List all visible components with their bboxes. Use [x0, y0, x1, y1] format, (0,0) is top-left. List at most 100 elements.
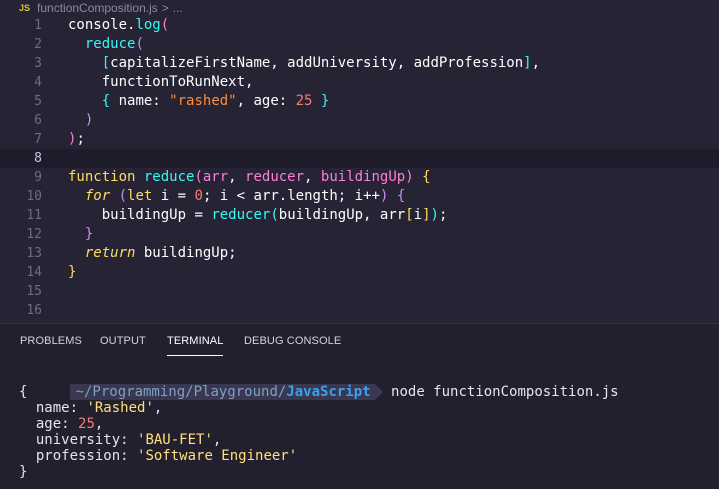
code-token: { — [101, 93, 111, 109]
code-line[interactable]: 6 ) — [0, 111, 719, 130]
line-number: 15 — [26, 284, 42, 299]
code-line[interactable]: 13 return buildingUp; — [0, 244, 719, 263]
line-number: 16 — [26, 303, 42, 318]
breadcrumb-more[interactable]: ... — [173, 1, 183, 15]
bottom-panel: PROBLEMS OUTPUT TERMINAL DEBUG CONSOLE ~… — [0, 323, 719, 489]
code-line[interactable]: 15 — [0, 282, 719, 301]
terminal-key: profession: — [19, 448, 138, 464]
code-line[interactable]: 5 { name: "rashed", age: 25 } — [0, 92, 719, 111]
code-token: name: — [110, 93, 170, 109]
terminal-value: 25 — [78, 416, 95, 432]
line-number: 8 — [34, 151, 42, 166]
terminal-value: 'Rashed' — [86, 400, 154, 416]
code-token: ( — [118, 188, 128, 204]
code-token: reducer — [211, 207, 271, 223]
code-token: 0 — [194, 188, 203, 204]
tab-problems[interactable]: PROBLEMS — [20, 335, 82, 347]
code-text: function reduce(arr, reducer, buildingUp… — [68, 168, 431, 187]
line-number: 4 — [34, 75, 42, 90]
code-text: } — [68, 263, 76, 282]
code-token: } — [68, 264, 77, 280]
code-token: let — [127, 188, 153, 204]
terminal-key: age: — [19, 416, 79, 432]
terminal-key: { — [19, 384, 28, 400]
terminal-value: 'Software Engineer' — [137, 448, 298, 464]
code-token: ) — [430, 207, 439, 223]
code-editor[interactable]: 1 console.log(2 reduce(3 [capitalizeFirst… — [0, 16, 719, 323]
code-token: ) — [84, 112, 94, 128]
code-line[interactable]: 7); — [0, 130, 719, 149]
code-token: ; — [76, 131, 85, 147]
code-token: function — [68, 169, 144, 185]
terminal-line: profession: 'Software Engineer' — [19, 448, 297, 464]
code-line[interactable]: 14} — [0, 263, 719, 282]
code-token: ] — [422, 207, 431, 223]
line-number: 9 — [34, 170, 42, 185]
code-token: console. — [68, 17, 136, 33]
terminal-line: age: 25, — [19, 416, 103, 432]
code-token: [ — [101, 55, 111, 71]
line-number: 3 — [34, 56, 42, 71]
terminal-key: } — [19, 464, 28, 480]
code-line[interactable]: 12 } — [0, 225, 719, 244]
breadcrumb-file[interactable]: functionComposition.js — [37, 1, 158, 15]
code-text: return buildingUp; — [68, 244, 237, 263]
code-token: arr — [202, 169, 229, 185]
code-token: ) — [405, 169, 414, 185]
code-text: ); — [68, 130, 85, 149]
terminal-punct: , — [153, 400, 163, 416]
code-line[interactable]: 3 [capitalizeFirstName, addUniversity, a… — [0, 54, 719, 73]
code-line[interactable]: 2 reduce( — [0, 35, 719, 54]
tab-terminal[interactable]: TERMINAL — [167, 335, 224, 356]
code-token: buildingUp, arr — [278, 207, 406, 223]
code-text: functionToRunNext, — [68, 73, 254, 92]
chevron-right-icon: > — [161, 1, 169, 15]
code-token: , — [304, 169, 321, 185]
code-line[interactable]: 10 for (let i = 0; i < arr.length; i++) … — [0, 187, 719, 206]
line-number: 13 — [26, 246, 42, 261]
prompt-arrow-icon — [374, 384, 383, 400]
code-line[interactable]: 11 buildingUp = reducer(buildingUp, arr[… — [0, 206, 719, 225]
code-line[interactable]: 16 — [0, 301, 719, 320]
tab-output[interactable]: OUTPUT — [100, 335, 146, 347]
code-token: ; — [438, 207, 448, 223]
terminal-line: name: 'Rashed', — [19, 400, 162, 416]
terminal-line: university: 'BAU-FET', — [19, 432, 221, 448]
panel-tabs: PROBLEMS OUTPUT TERMINAL DEBUG CONSOLE — [0, 324, 719, 360]
code-token: = — [177, 188, 187, 204]
code-token: buildingUp — [320, 169, 406, 185]
code-token: = — [194, 207, 203, 223]
code-text: reduce( — [68, 35, 144, 54]
code-token: ( — [135, 36, 144, 52]
code-token: reducer — [245, 169, 305, 185]
code-token: return — [84, 245, 136, 261]
code-token: i — [152, 188, 178, 204]
terminal-line: } — [19, 464, 27, 480]
line-number: 5 — [34, 94, 42, 109]
code-token: functionToRunNext, — [68, 74, 254, 90]
line-number: 1 — [34, 18, 42, 33]
tab-debug-console[interactable]: DEBUG CONSOLE — [244, 335, 341, 347]
terminal-prompt-line: ~/Programming/Playground/JavaScript node… — [19, 368, 619, 400]
code-token: 25 — [295, 93, 313, 109]
code-line[interactable]: 1 console.log( — [0, 16, 719, 35]
code-line[interactable]: 9 function reduce(arr, reducer, buildingU… — [0, 168, 719, 187]
code-line[interactable]: 8 — [0, 149, 719, 168]
code-token: ] — [523, 55, 532, 71]
code-token: ++ — [363, 188, 380, 204]
terminal-punct: , — [212, 432, 222, 448]
code-line[interactable]: 4 functionToRunNext, — [0, 73, 719, 92]
code-token: reduce — [143, 169, 195, 185]
terminal-line: { — [19, 384, 27, 400]
code-text: ) — [68, 111, 93, 130]
